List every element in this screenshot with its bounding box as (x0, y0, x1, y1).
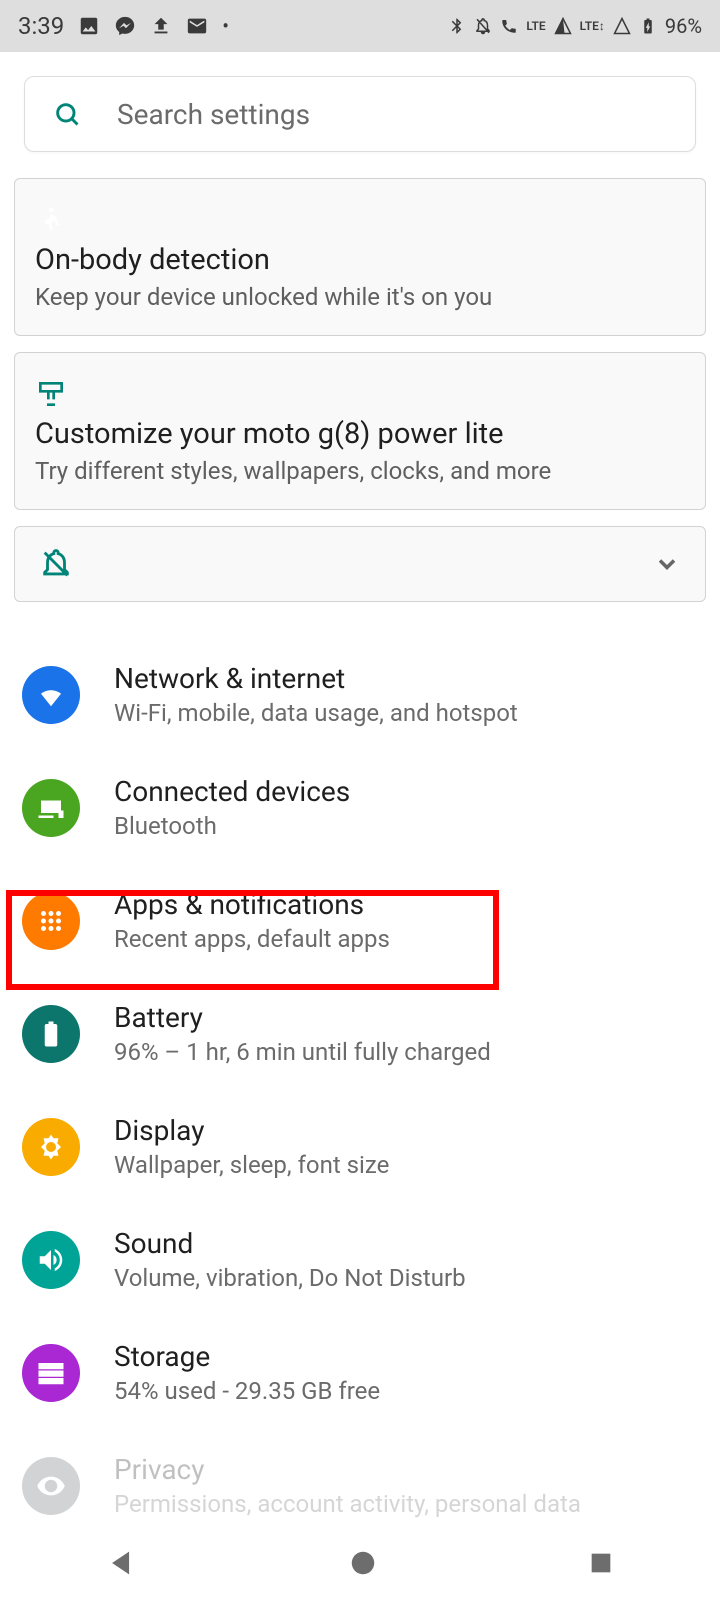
customize-sub: Try different styles, wallpapers, clocks… (35, 457, 685, 485)
dnd-icon (474, 17, 492, 35)
customize-title: Customize your moto g(8) power lite (35, 417, 685, 451)
row-battery-title: Battery (114, 1001, 491, 1034)
navigation-bar (0, 1526, 720, 1600)
smartlock-card[interactable]: On-body detection Keep your device unloc… (14, 178, 706, 336)
brush-icon (35, 378, 67, 410)
row-apps-sub: Recent apps, default apps (114, 925, 390, 953)
signal-icon-1 (554, 17, 572, 35)
search-placeholder: Search settings (117, 98, 310, 131)
row-storage-title: Storage (114, 1340, 380, 1373)
row-battery-sub: 96% – 1 hr, 6 min until fully charged (114, 1038, 491, 1066)
row-storage[interactable]: Storage 54% used - 29.35 GB free (22, 1316, 706, 1429)
status-left: 3:39 • (18, 12, 229, 40)
wifi-icon (22, 666, 80, 724)
row-privacy-sub: Permissions, account activity, personal … (114, 1490, 581, 1518)
nav-recent-icon[interactable] (587, 1549, 615, 1577)
search-icon (53, 100, 81, 128)
devices-icon (22, 779, 80, 837)
storage-icon (22, 1344, 80, 1402)
row-network[interactable]: Network & internet Wi-Fi, mobile, data u… (22, 638, 706, 751)
photo-icon (78, 15, 100, 37)
customize-card[interactable]: Customize your moto g(8) power lite Try … (14, 352, 706, 510)
signal-icon-2 (613, 17, 631, 35)
row-network-sub: Wi-Fi, mobile, data usage, and hotspot (114, 699, 518, 727)
battery-icon (639, 17, 657, 35)
clock: 3:39 (18, 12, 64, 40)
apps-icon (22, 892, 80, 950)
walk-icon (35, 205, 65, 235)
row-battery[interactable]: Battery 96% – 1 hr, 6 min until fully ch… (22, 977, 706, 1090)
row-network-title: Network & internet (114, 662, 518, 695)
row-devices-title: Connected devices (114, 775, 350, 808)
row-apps[interactable]: Apps & notifications Recent apps, defaul… (22, 864, 706, 977)
upload-icon (150, 15, 172, 37)
volte-icon (500, 17, 518, 35)
lte-label-1: LTE (526, 19, 545, 33)
nav-home-icon[interactable] (348, 1548, 378, 1578)
row-sound-title: Sound (114, 1227, 466, 1260)
volume-icon (22, 1231, 80, 1289)
messenger-icon (114, 15, 136, 37)
brightness-icon (22, 1118, 80, 1176)
row-storage-sub: 54% used - 29.35 GB free (114, 1377, 380, 1405)
privacy-icon (22, 1457, 80, 1515)
battery-row-icon (22, 1005, 80, 1063)
status-bar: 3:39 • LTE LTE↕ 96% (0, 0, 720, 52)
row-display-title: Display (114, 1114, 389, 1147)
nav-back-icon[interactable] (105, 1546, 139, 1580)
lte-label-2: LTE↕ (580, 19, 605, 33)
settings-scroll[interactable]: Search settings On-body detection Keep y… (0, 52, 720, 1526)
smartlock-sub: Keep your device unlocked while it's on … (35, 283, 685, 311)
smartlock-title: On-body detection (35, 243, 685, 277)
bluetooth-icon (448, 17, 466, 35)
dnd-collapse-card[interactable] (14, 526, 706, 602)
row-display-sub: Wallpaper, sleep, font size (114, 1151, 389, 1179)
bell-off-icon (39, 547, 73, 581)
settings-list: Network & internet Wi-Fi, mobile, data u… (14, 638, 706, 1526)
row-sound-sub: Volume, vibration, Do Not Disturb (114, 1264, 466, 1292)
status-right: LTE LTE↕ 96% (448, 14, 702, 38)
row-privacy-title: Privacy (114, 1453, 581, 1486)
row-sound[interactable]: Sound Volume, vibration, Do Not Disturb (22, 1203, 706, 1316)
row-apps-title: Apps & notifications (114, 888, 390, 921)
row-display[interactable]: Display Wallpaper, sleep, font size (22, 1090, 706, 1203)
row-privacy[interactable]: Privacy Permissions, account activity, p… (22, 1429, 706, 1526)
row-devices-sub: Bluetooth (114, 812, 350, 840)
search-settings[interactable]: Search settings (24, 76, 696, 152)
battery-percent: 96% (665, 14, 702, 38)
chevron-down-icon (653, 550, 681, 578)
row-devices[interactable]: Connected devices Bluetooth (22, 751, 706, 864)
more-dot: • (222, 14, 229, 38)
gmail-icon (186, 15, 208, 37)
